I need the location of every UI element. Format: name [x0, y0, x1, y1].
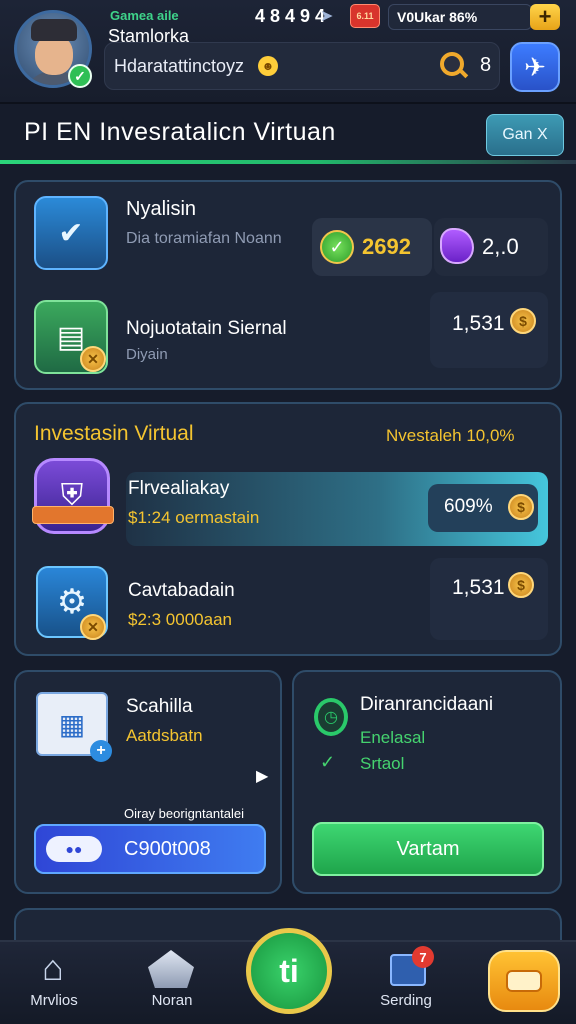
- nav-badge: 7: [412, 946, 434, 968]
- row-subtitle: Dia toramiafan Noann: [126, 230, 282, 247]
- ribbon-icon: [32, 506, 114, 524]
- value-amount: 1,531: [452, 576, 505, 599]
- chevron-right-icon[interactable]: ▶: [256, 766, 268, 786]
- stats-text: 4 8 4 9 4: [255, 6, 326, 26]
- page-title: PI EN Invesratalicn Virtuan: [24, 118, 336, 146]
- avatar-hat: [31, 19, 77, 41]
- card-note: Oiray beorigntantalei: [124, 806, 244, 821]
- gem-icon: [440, 228, 474, 264]
- stopwatch-icon: ◷: [314, 698, 348, 736]
- nav-item-learn[interactable]: Noran: [122, 992, 222, 1009]
- row-title: Nojuotatain Siernal: [126, 318, 287, 339]
- gamepad-icon: ●●: [46, 836, 102, 862]
- coin-icon: ✕: [80, 346, 106, 372]
- search-icon[interactable]: [440, 52, 464, 76]
- send-icon: ➤: [320, 8, 334, 25]
- coin-icon: $: [508, 572, 534, 598]
- row-subtitle: Diyain: [126, 346, 168, 363]
- gen-button[interactable]: Gan X: [486, 114, 564, 156]
- card-title: Diranrancidaani: [360, 694, 494, 715]
- value-amount: 1,531: [452, 312, 505, 335]
- notification-badge[interactable]: 6.11: [350, 4, 380, 28]
- avatar-face: [35, 35, 73, 75]
- coin-icon: $: [508, 494, 534, 520]
- percent-value: 609%: [444, 496, 493, 517]
- pill-value: C900t008: [124, 838, 211, 860]
- currency-card[interactable]: V0Ukar 86%: [388, 4, 532, 30]
- check-coin-icon: ✓: [320, 230, 354, 264]
- chip-value-1: 2692: [362, 234, 411, 259]
- status-line-2: Srtaol: [360, 754, 405, 773]
- nav-item-settings[interactable]: Serding: [356, 992, 456, 1009]
- chip-value-2: 2,.0: [482, 234, 519, 259]
- primary-action-button[interactable]: Vartam: [312, 822, 544, 876]
- counter-value: 8: [480, 54, 492, 76]
- shop-icon: [506, 970, 542, 992]
- coin-icon: ✕: [80, 614, 106, 640]
- row-subtitle: $1:24 oermastain: [128, 508, 260, 527]
- add-currency-button[interactable]: +: [530, 4, 560, 30]
- card-title: Scahilla: [126, 696, 193, 717]
- check-icon: ✓: [320, 752, 336, 772]
- home-icon[interactable]: ⌂: [30, 948, 76, 988]
- section-heading: Investasin Virtual: [34, 422, 194, 445]
- coin-icon: $: [510, 308, 536, 334]
- smile-icon: ☻: [258, 56, 278, 76]
- status-line-1: Enelasal: [360, 728, 426, 747]
- sub-bar-text: Hdaratattinctoyz: [114, 56, 245, 76]
- row-title: Cavtabadain: [128, 580, 235, 601]
- row-subtitle: $2:3 0000aan: [128, 610, 232, 629]
- row-title: Flrvealiakay: [128, 478, 230, 499]
- shop-button[interactable]: [488, 950, 560, 1012]
- section-heading-right: Nvestaleh 10,0%: [386, 426, 515, 445]
- center-action-button[interactable]: ti: [246, 928, 332, 1014]
- ticket-icon: ✔: [34, 196, 108, 270]
- verified-check-icon: ✓: [68, 64, 92, 88]
- plane-button[interactable]: ✈: [510, 42, 560, 92]
- plus-icon: +: [90, 740, 112, 762]
- nav-item-home[interactable]: Mrvlios: [4, 992, 104, 1009]
- row-title: Nyalisin: [126, 198, 197, 220]
- card-subtitle: Aatdsbatn: [126, 726, 203, 745]
- title-divider: [0, 160, 576, 164]
- brand-label: Gamea aile: [110, 8, 179, 23]
